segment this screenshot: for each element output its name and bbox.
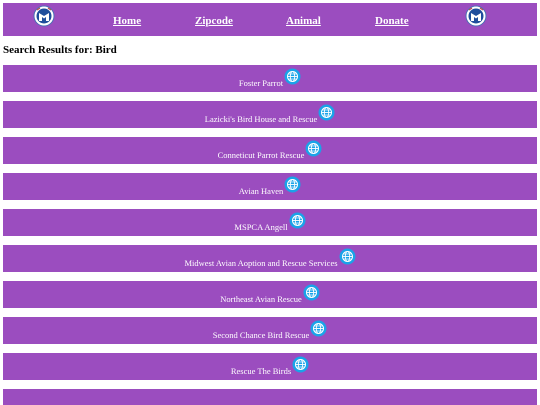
navbar: Home Zipcode Animal Donate (3, 3, 537, 36)
nav-zipcode-link[interactable]: Zipcode (195, 15, 233, 27)
site-logo-icon[interactable] (33, 5, 55, 27)
globe-icon[interactable] (318, 104, 335, 121)
result-name[interactable]: Avian Haven (239, 186, 283, 196)
result-name[interactable]: Conneticut Parrot Rescue (218, 150, 305, 160)
result-name[interactable]: Second Chance Bird Rescue (213, 330, 310, 340)
result-content: Foster Parrot (239, 68, 301, 88)
result-row[interactable]: Lazicki's Bird House and Rescue (3, 101, 537, 128)
result-row[interactable]: Avian Haven (3, 173, 537, 200)
result-content: MSPCA Angell (234, 212, 306, 232)
result-name[interactable]: Rescue The Birds (231, 366, 291, 376)
result-content: Second Chance Bird Rescue (213, 320, 328, 340)
globe-icon[interactable] (303, 284, 320, 301)
globe-icon[interactable] (284, 68, 301, 85)
result-name[interactable]: Midwest Avian Aoption and Rescue Service… (184, 258, 337, 268)
page-title: Search Results for: Bird (3, 44, 117, 56)
result-row[interactable] (3, 389, 537, 405)
result-name[interactable]: MSPCA Angell (234, 222, 287, 232)
result-name[interactable]: Foster Parrot (239, 78, 283, 88)
result-content: Northeast Avian Rescue (220, 284, 320, 304)
globe-icon[interactable] (339, 248, 356, 265)
result-row[interactable]: Second Chance Bird Rescue (3, 317, 537, 344)
result-content: Avian Haven (239, 176, 301, 196)
globe-icon[interactable] (292, 356, 309, 373)
result-content: Midwest Avian Aoption and Rescue Service… (184, 248, 356, 268)
result-row[interactable]: Conneticut Parrot Rescue (3, 137, 537, 164)
globe-icon[interactable] (289, 212, 306, 229)
result-row[interactable]: MSPCA Angell (3, 209, 537, 236)
result-row[interactable]: Rescue The Birds (3, 353, 537, 380)
nav-donate-link[interactable]: Donate (375, 15, 409, 27)
globe-icon[interactable] (284, 176, 301, 193)
result-name[interactable]: Lazicki's Bird House and Rescue (205, 114, 317, 124)
result-row[interactable]: Northeast Avian Rescue (3, 281, 537, 308)
result-content: Lazicki's Bird House and Rescue (205, 104, 335, 124)
result-name[interactable]: Northeast Avian Rescue (220, 294, 302, 304)
page: Home Zipcode Animal Donate Search Result… (0, 0, 540, 405)
nav-animal-link[interactable]: Animal (286, 15, 321, 27)
site-logo-icon[interactable] (465, 5, 487, 27)
result-row[interactable]: Foster Parrot (3, 65, 537, 92)
nav-home-link[interactable]: Home (113, 15, 141, 27)
globe-icon[interactable] (305, 140, 322, 157)
results-list: Foster Parrot Lazicki's Bird House and Re… (3, 65, 537, 405)
result-content: Conneticut Parrot Rescue (218, 140, 323, 160)
globe-icon[interactable] (310, 320, 327, 337)
result-content: Rescue The Birds (231, 356, 309, 376)
result-row[interactable]: Midwest Avian Aoption and Rescue Service… (3, 245, 537, 272)
